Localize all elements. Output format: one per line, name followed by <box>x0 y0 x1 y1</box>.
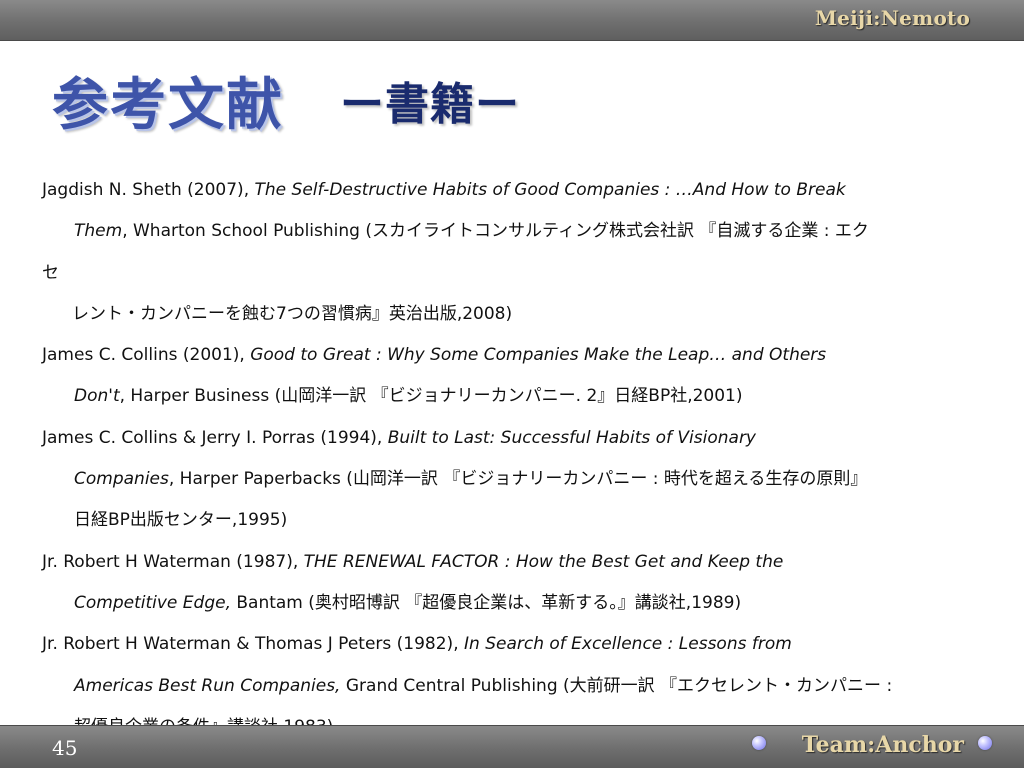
reference-list: Jagdish N. Sheth (2007), The Self-Destru… <box>42 170 1002 748</box>
ref-title: Don't <box>74 386 120 407</box>
page-number: 45 <box>52 736 78 760</box>
ref-text: Jr. Robert H Waterman & Thomas J Peters … <box>42 634 464 655</box>
ref-text: James C. Collins & Jerry I. Porras (1994… <box>42 427 388 448</box>
reference-4-line-1: Jr. Robert H Waterman (1987), THE RENEWA… <box>42 542 1002 583</box>
reference-1-line-3: セ <box>42 253 1002 294</box>
reference-2-line-2: Don't, Harper Business (山岡洋一訳 『ビジョナリーカンパ… <box>42 376 1002 417</box>
ref-title: The Self-Destructive Habits of Good Comp… <box>254 180 846 200</box>
ref-text: レント・カンパニーを蝕む7つの習慣病』英治出版,2008) <box>72 303 513 324</box>
reference-1-line-4: レント・カンパニーを蝕む7つの習慣病』英治出版,2008) <box>42 294 1002 335</box>
bullet-orb-icon <box>978 736 992 750</box>
reference-2-line-1: James C. Collins (2001), Good to Great :… <box>42 335 1002 376</box>
reference-4-line-2: Competitive Edge, Bantam (奥村昭博訳 『超優良企業は、… <box>42 583 1002 624</box>
header-bar: Meiji:Nemoto <box>0 0 1024 41</box>
reference-3-line-2: Companies, Harper Paperbacks (山岡洋一訳 『ビジョ… <box>42 459 1002 500</box>
reference-5-line-1: Jr. Robert H Waterman & Thomas J Peters … <box>42 624 1002 665</box>
reference-1-line-1: Jagdish N. Sheth (2007), The Self-Destru… <box>42 170 1002 211</box>
ref-text: , Wharton School Publishing (スカイライトコンサルテ… <box>122 221 869 242</box>
ref-title: Americas Best Run Companies, <box>74 675 341 696</box>
brand-label: Meiji:Nemoto <box>814 6 970 30</box>
reference-3-line-3: 日経BP出版センター,1995) <box>42 500 1002 541</box>
reference-5-line-2: Americas Best Run Companies, Grand Centr… <box>42 666 1002 707</box>
ref-text: Grand Central Publishing (大前研一訳 『エクセレント・… <box>340 675 893 696</box>
bullet-orb-icon <box>752 736 766 750</box>
ref-text: , Harper Paperbacks (山岡洋一訳 『ビジョナリーカンパニー … <box>168 469 868 490</box>
ref-text: Jagdish N. Sheth (2007), <box>42 180 255 200</box>
ref-title: Built to Last: Successful Habits of Visi… <box>387 427 756 448</box>
ref-text: Jr. Robert H Waterman (1987), <box>42 551 304 572</box>
ref-title: Good to Great : Why Some Companies Make … <box>250 345 827 366</box>
ref-text: セ <box>42 262 59 283</box>
team-label: Team:Anchor <box>801 732 964 758</box>
reference-1-line-2: Them, Wharton School Publishing (スカイライトコ… <box>42 211 1002 252</box>
ref-text: , Harper Business (山岡洋一訳 『ビジョナリーカンパニー. 2… <box>119 386 743 407</box>
ref-title: Companies <box>74 469 169 490</box>
ref-text: 日経BP出版センター,1995) <box>74 510 288 531</box>
ref-title: In Search of Excellence : Lessons from <box>464 634 792 655</box>
slide-title: 参考文献 ー書籍ー <box>52 60 520 140</box>
title-main: 参考文献 <box>52 72 284 138</box>
ref-title: Them <box>74 221 123 242</box>
footer-bar: 45 Team:Anchor <box>0 725 1024 768</box>
ref-text: James C. Collins (2001), <box>42 345 251 366</box>
ref-title: Competitive Edge, <box>74 592 231 613</box>
ref-title: THE RENEWAL FACTOR : How the Best Get an… <box>303 551 784 572</box>
title-sub: ー書籍ー <box>340 79 520 130</box>
ref-text: Bantam (奥村昭博訳 『超優良企業は、革新する。』講談社,1989) <box>230 592 742 613</box>
reference-3-line-1: James C. Collins & Jerry I. Porras (1994… <box>42 418 1002 459</box>
